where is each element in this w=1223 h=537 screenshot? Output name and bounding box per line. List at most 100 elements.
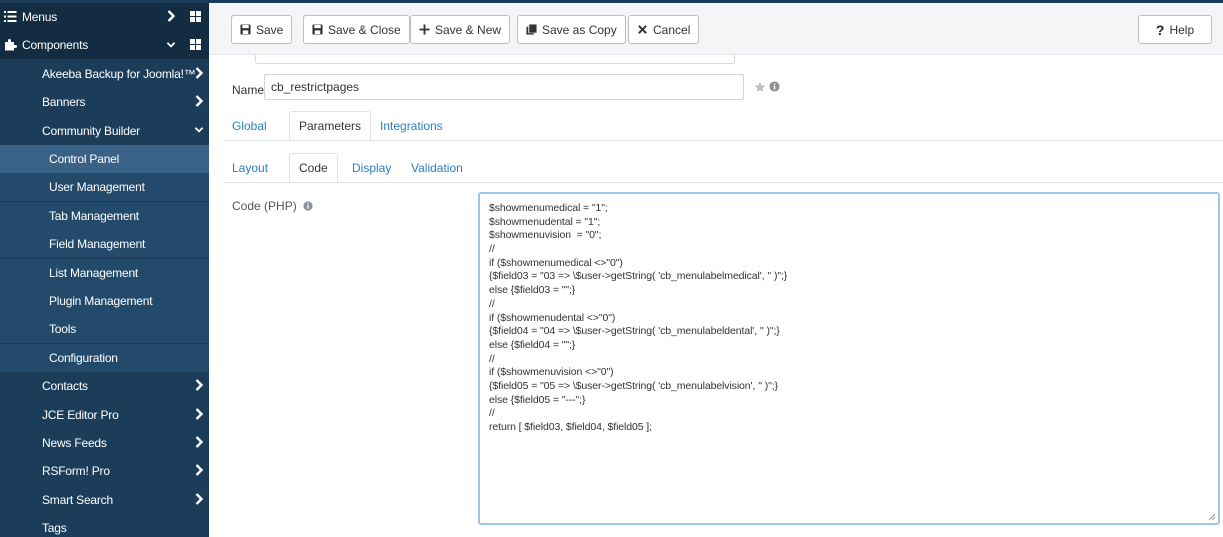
sidebar-item-contacts[interactable]: Contacts [0,372,209,400]
sidebar-item-tags[interactable]: Tags [0,514,209,537]
code-line: else {$field04 = "";} [489,338,576,351]
sidebar-item-plugin-management[interactable]: Plugin Management [0,287,209,315]
code-line: // [489,407,495,420]
help-label: Help [1169,22,1195,37]
code-line: if ($showmenudental <>"0") [489,311,616,324]
sidebar-item-smart-search[interactable]: Smart Search [0,486,209,514]
tabs-divider [223,140,1223,141]
sidebar-item-label: Control Panel [49,152,120,166]
code-line: if ($showmenumedical <>"0") [489,256,623,269]
copy-icon [526,24,537,35]
sidebar-item-label: Contacts [42,379,88,394]
chevron-right-icon [194,435,204,449]
dashboard-grid-icon[interactable] [190,39,201,51]
tab-label: Validation [411,161,463,175]
tab-integrations[interactable]: Integrations [371,111,452,141]
tab-label: Code [299,161,328,175]
sidebar-item-label: Field Management [49,237,146,252]
code-textarea[interactable]: $showmenumedical = "1"; $showmenudental =… [478,192,1220,525]
sidebar-item-tools[interactable]: Tools [0,315,209,344]
tab-label: Layout [232,161,269,175]
tab-label: Display [352,161,392,175]
save-new-button[interactable]: Save & New [410,15,511,44]
sidebar-item-label: Banners [42,95,86,110]
chevron-right-icon [194,378,204,392]
sidebar-item-label: User Management [49,180,145,195]
tab-global[interactable]: Global [223,111,276,141]
sidebar-item-label: Akeeba Backup for Joomla!™ [42,66,196,81]
subtabs-divider [223,182,1223,183]
tab-parameters[interactable]: Parameters [289,111,372,141]
save-button[interactable]: Save [231,15,293,44]
sidebar-item-news-feeds[interactable]: News Feeds [0,429,209,457]
admin-sidebar: Menus Components Akeeba Backup for Joomla!… [0,0,209,537]
close-icon [638,25,647,34]
code-line: else {$field05 = "---";} [489,393,586,406]
sidebar-item-label: RSForm! Pro [42,464,110,479]
sidebar-item-label: Community Builder [42,123,140,138]
sidebar-item-menus[interactable]: Menus [0,3,209,31]
code-line: $showmenumedical = "1"; [489,202,608,214]
code-line: return [ $field03, $field04, $field05 ]; [489,421,652,433]
plus-icon [419,24,430,35]
info-icon [769,81,780,92]
code-field-label: Code (PHP) [232,199,313,213]
main-content: Save Save & Close Save & New Save as Cop… [209,0,1223,537]
code-line: $showmenudental = "1"; [489,215,601,228]
sidebar-item-banners[interactable]: Banners [0,88,209,116]
tab-display[interactable]: Display [343,153,400,183]
tab-validation[interactable]: Validation [402,153,472,183]
name-input[interactable] [264,74,744,100]
toolbar: Save Save & Close Save & New Save as Cop… [209,3,1223,55]
save-icon [312,24,323,35]
question-icon: ? [1155,21,1165,38]
save-close-label: Save & Close [328,22,401,37]
sidebar-item-tab-management[interactable]: Tab Management [0,201,209,230]
list-icon [4,10,17,23]
sidebar-item-list-management[interactable]: List Management [0,258,209,287]
puzzle-icon [4,38,17,51]
help-button[interactable]: ? Help [1138,15,1212,44]
cancel-button[interactable]: Cancel [628,15,700,44]
sidebar-item-label: Smart Search [42,492,113,507]
cancel-label: Cancel [653,22,691,37]
dashboard-grid-icon[interactable] [190,11,201,22]
sidebar-item-control-panel[interactable]: Control Panel [0,145,209,173]
main-tabs: Global Parameters Integrations [223,111,1223,141]
sidebar-item-label: List Management [49,265,139,280]
sidebar-item-field-management[interactable]: Field Management [0,230,209,259]
resize-handle-icon[interactable] [1208,513,1216,521]
sidebar-item-user-management[interactable]: User Management [0,173,209,202]
sidebar-item-rsform-pro[interactable]: RSForm! Pro [0,457,209,485]
save-copy-button[interactable]: Save as Copy [517,15,626,44]
sub-tabs: Layout Code Display Validation [223,153,1223,183]
save-close-button[interactable]: Save & Close [303,15,410,44]
sidebar-item-label: News Feeds [42,436,107,450]
chevron-right-icon [194,492,204,506]
code-line: {$field04 = "04 => \$user->getString( 'c… [489,325,780,338]
sidebar-item-akeeba-backup-for-joomla[interactable]: Akeeba Backup for Joomla!™ [0,60,209,88]
name-label: Name [232,83,265,97]
tab-code[interactable]: Code [289,153,338,183]
sidebar-item-components[interactable]: Components [0,31,209,60]
save-copy-label: Save as Copy [542,22,617,37]
save-new-label: Save & New [435,22,502,37]
code-line: // [489,297,495,310]
sidebar-item-jce-editor-pro[interactable]: JCE Editor Pro [0,401,209,429]
chevron-right-icon [194,66,204,80]
chevron-right-icon [166,9,176,23]
star-icon[interactable] [754,81,766,93]
sidebar-item-configuration[interactable]: Configuration [0,343,209,372]
code-line: $showmenuvision = "0"; [489,229,602,242]
save-icon [240,24,251,35]
code-line: // [489,352,495,365]
sidebar-item-community-builder[interactable]: Community Builder [0,117,209,145]
tab-layout[interactable]: Layout [223,153,277,183]
chevron-right-icon [194,463,204,477]
code-line: if ($showmenuvision <>"0") [489,366,614,379]
tab-label: Global [232,119,267,133]
code-line: else {$field03 = "";} [489,284,576,297]
code-label: Code (PHP) [232,199,297,213]
code-line: // [489,243,495,256]
sidebar-item-label: Tags [42,521,67,536]
